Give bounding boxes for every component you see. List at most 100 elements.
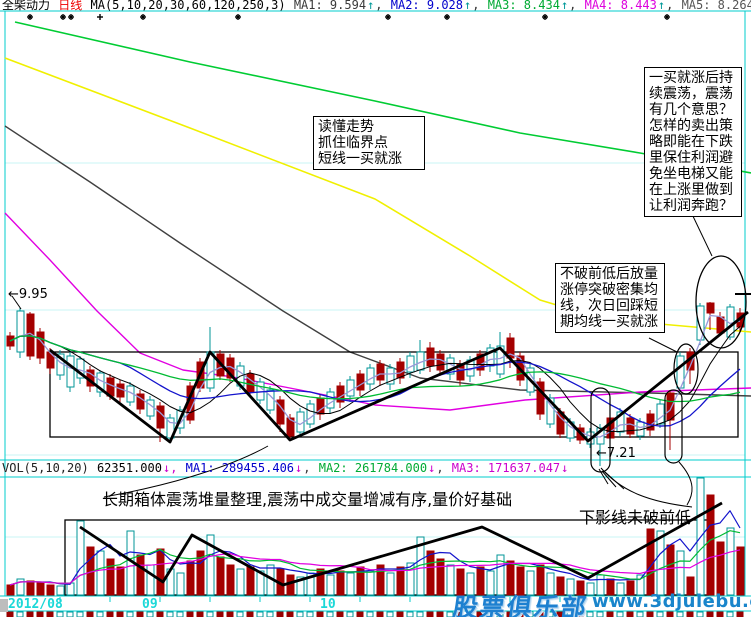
- volume-bar: [187, 561, 194, 595]
- mini-pane-bar: [77, 612, 83, 617]
- mini-pane-bar: [727, 612, 733, 617]
- volume-bar: [227, 565, 234, 595]
- volume-bar: [447, 565, 454, 595]
- high-price-callout: ←9.95: [8, 287, 48, 302]
- candle-body: [657, 404, 664, 424]
- candle-body: [117, 384, 124, 397]
- volume-bar: [237, 569, 244, 595]
- leader-line: [691, 212, 712, 256]
- mini-pane-bar: [637, 612, 643, 617]
- separator: ,: [375, 0, 389, 12]
- mini-pane-bar: [137, 612, 143, 617]
- volume-bar: [427, 551, 434, 595]
- candle-body: [147, 400, 154, 416]
- candle-body: [17, 311, 24, 352]
- mini-pane-bar: [427, 612, 433, 617]
- volume-bar: [117, 567, 124, 595]
- candle-body: [257, 382, 264, 400]
- volume-bar: [157, 549, 164, 595]
- mini-pane-bar: [627, 612, 633, 617]
- volume-bar: [37, 583, 44, 595]
- date-axis-label: 10: [320, 597, 336, 612]
- volume-bar: [647, 529, 654, 595]
- annotation-line: 读懂走势: [318, 119, 420, 135]
- ma-value: MA3: 171637.047: [452, 461, 560, 475]
- volume-bar: [327, 575, 334, 595]
- vol-value: 62351.000: [97, 461, 162, 475]
- mini-pane-bar: [237, 612, 243, 617]
- mini-pane-bar: [167, 612, 173, 617]
- stock-chart-window: 全柴动力 日线 MA(5,10,20,30,60,120,250,3) MA1:…: [0, 0, 751, 617]
- mini-pane-bar: [57, 612, 63, 617]
- stock-name: 全柴动力: [2, 0, 50, 12]
- mini-pane-bar: [327, 612, 333, 617]
- volume-bar: [677, 551, 684, 595]
- volume-bar: [147, 565, 154, 595]
- indicator-params: MA(5,10,20,30,60,120,250,3): [91, 0, 286, 12]
- candle-body: [437, 354, 444, 370]
- ma-value: MA5: 8.264: [682, 0, 751, 12]
- vol-ma-values: 62351.000↓, MA1: 289455.406↓, MA2: 26178…: [97, 461, 569, 475]
- mini-pane-bar: [267, 612, 273, 617]
- date-axis-label: 2012/08: [8, 597, 63, 612]
- annotation-box-question: 一买就涨后持续震荡，震荡有几个意思？怎样的卖出策略即能在下跌里保住利润避免坐电梯…: [644, 67, 742, 217]
- volume-bar: [47, 585, 54, 595]
- candle-body: [47, 352, 54, 368]
- candle-body: [427, 348, 434, 366]
- trend-arrow-icon: ↑: [464, 0, 471, 12]
- separator: ,: [666, 0, 680, 12]
- mini-pane-bar: [117, 612, 123, 617]
- mini-pane-bar: [107, 612, 113, 617]
- candle-body: [377, 364, 384, 380]
- mini-pane-bar: [687, 612, 693, 617]
- candle-body: [667, 393, 674, 420]
- mini-pane-bar: [667, 612, 673, 617]
- volume-bar: [717, 542, 724, 595]
- volume-bar: [27, 581, 34, 595]
- mini-pane-bar: [287, 612, 293, 617]
- candle-body: [37, 332, 44, 358]
- period-label[interactable]: 日线: [58, 0, 82, 12]
- candle-body: [327, 392, 334, 408]
- volume-bar: [437, 559, 444, 595]
- trend-arrow-icon: ↓: [295, 461, 302, 475]
- mini-pane-bar: [707, 612, 713, 617]
- mini-pane-bar: [277, 612, 283, 617]
- mini-pane-bar: [207, 612, 213, 617]
- candle-body: [407, 356, 414, 372]
- annotation-line: 抓住临界点: [318, 135, 420, 151]
- volume-bar: [387, 573, 394, 595]
- mini-pane-bar: [657, 612, 663, 617]
- mini-pane-bar: [677, 612, 683, 617]
- volume-bar: [667, 545, 674, 595]
- candle-body: [707, 303, 714, 313]
- annotation-box-breakout: 不破前低后放量涨停突破密集均线，次日回踩短期均线一买就涨: [555, 263, 665, 333]
- mini-pane-bar: [97, 612, 103, 617]
- mini-pane-bar: [317, 612, 323, 617]
- trend-arrow-icon: ↓,: [163, 461, 185, 475]
- candle-body: [67, 356, 74, 387]
- mini-pane-bar: [697, 612, 703, 617]
- mini-pane-bar: [87, 612, 93, 617]
- annotation-line: 短线一买就涨: [318, 151, 420, 167]
- mini-pane-bar: [597, 612, 603, 617]
- mini-pane-bar: [187, 612, 193, 617]
- volume-indicator-header: VOL(5,10,20) 62351.000↓, MA1: 289455.406…: [2, 461, 751, 476]
- trend-arrow-icon: ↓: [428, 461, 435, 475]
- separator: ,: [569, 0, 583, 12]
- mini-pane-bar: [157, 612, 163, 617]
- site-logo: 股票俱乐部: [450, 588, 590, 617]
- candle-body: [627, 418, 634, 434]
- candle-body: [307, 404, 314, 424]
- candle-body: [347, 380, 354, 396]
- volume-bar: [657, 531, 664, 595]
- site-url[interactable]: www.3djulebu.com: [592, 591, 751, 612]
- ma-value: MA1: 9.594: [294, 0, 366, 12]
- separator: ,: [436, 461, 450, 475]
- volume-bar: [397, 567, 404, 595]
- volume-bar: [57, 586, 64, 595]
- mini-pane-bar: [177, 612, 183, 617]
- scrollbar-corner[interactable]: [0, 599, 8, 612]
- mini-pane-bar: [337, 612, 343, 617]
- mini-pane-bar: [297, 612, 303, 617]
